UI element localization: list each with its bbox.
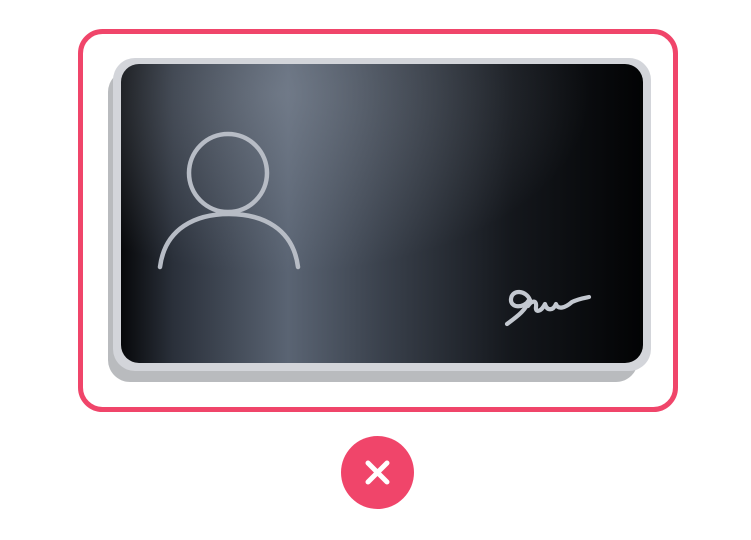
card-sheen — [121, 64, 643, 363]
close-icon — [365, 460, 390, 485]
reject-button[interactable] — [341, 436, 414, 509]
